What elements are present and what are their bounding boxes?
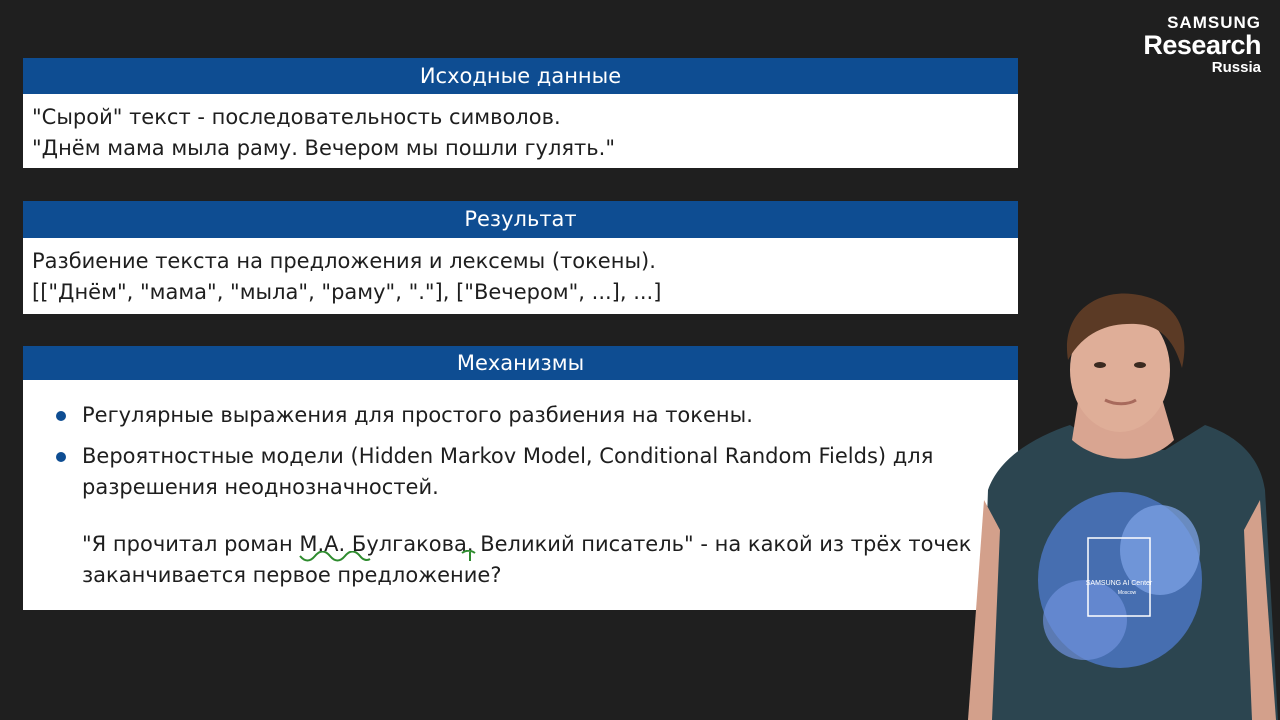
source-data-line: "Сырой" текст - последовательность симво… <box>32 105 561 129</box>
list-item-line: разрешения неоднозначностей. <box>82 475 439 499</box>
mechanisms-title: Механизмы <box>23 346 1018 380</box>
logo-russia: Russia <box>1211 59 1261 76</box>
list-item: Вероятностные модели (Hidden Markov Mode… <box>55 441 1018 503</box>
mechanisms-list: Регулярные выражения для простого разбие… <box>23 380 1018 503</box>
example-text-after: Великий писатель" - на какой из трёх точ… <box>473 532 972 556</box>
list-item-line: Регулярные выражения для простого разбие… <box>82 403 753 427</box>
source-data-line: "Днём мама мыла раму. Вечером мы пошли г… <box>32 136 615 160</box>
example-sentence: "Я прочитал роман М.А. Булгакова. Велики… <box>82 529 1018 591</box>
example-highlight-initials: М.А. <box>299 532 371 562</box>
logo-samsung: SAMSUNG <box>1167 13 1261 32</box>
tshirt-print: SAMSUNG AI Center Moscow <box>1038 492 1202 668</box>
presenter-eye <box>1134 362 1146 368</box>
logo-research: Research <box>1143 30 1261 60</box>
bullet-dot-icon <box>56 452 66 462</box>
list-item-line: Вероятностные модели (Hidden Markov Mode… <box>82 444 934 468</box>
result-line: Разбиение текста на предложения и лексем… <box>32 249 656 273</box>
mechanisms-block: Механизмы Регулярные выражения для прост… <box>23 346 1018 610</box>
source-data-title: Исходные данные <box>23 58 1018 94</box>
list-item: Регулярные выражения для простого разбие… <box>55 400 1018 431</box>
mechanisms-body: Регулярные выражения для простого разбие… <box>23 380 1018 591</box>
samsung-research-logo: SAMSUNG Research Russia <box>1143 14 1261 75</box>
presenter-eye <box>1094 362 1106 368</box>
source-data-body: "Сырой" текст - последовательность симво… <box>23 94 1018 164</box>
tshirt-text: SAMSUNG AI Center <box>1086 580 1153 587</box>
presenter-video: SAMSUNG AI Center Moscow <box>968 293 1278 720</box>
tshirt-subtext: Moscow <box>1118 590 1137 596</box>
example-line: "Я прочитал роман М.А. Булгакова. Велики… <box>82 529 1018 562</box>
result-body: Разбиение текста на предложения и лексем… <box>23 238 1018 308</box>
result-title: Результат <box>23 201 1018 238</box>
green-squiggle-underline <box>299 551 371 562</box>
result-block: Результат Разбиение текста на предложени… <box>23 201 1018 314</box>
example-text-before: "Я прочитал роман <box>82 532 300 556</box>
result-line: [["Днём", "мама", "мыла", "раму", "."], … <box>32 280 662 304</box>
video-frame: SAMSUNG Research Russia Исходные данные … <box>0 0 1280 720</box>
green-period-annotation <box>461 550 476 561</box>
source-data-block: Исходные данные "Сырой" текст - последов… <box>23 58 1018 168</box>
example-period-mark: . <box>461 532 476 561</box>
example-line: заканчивается первое предложение? <box>82 563 502 587</box>
bullet-dot-icon <box>56 411 66 421</box>
